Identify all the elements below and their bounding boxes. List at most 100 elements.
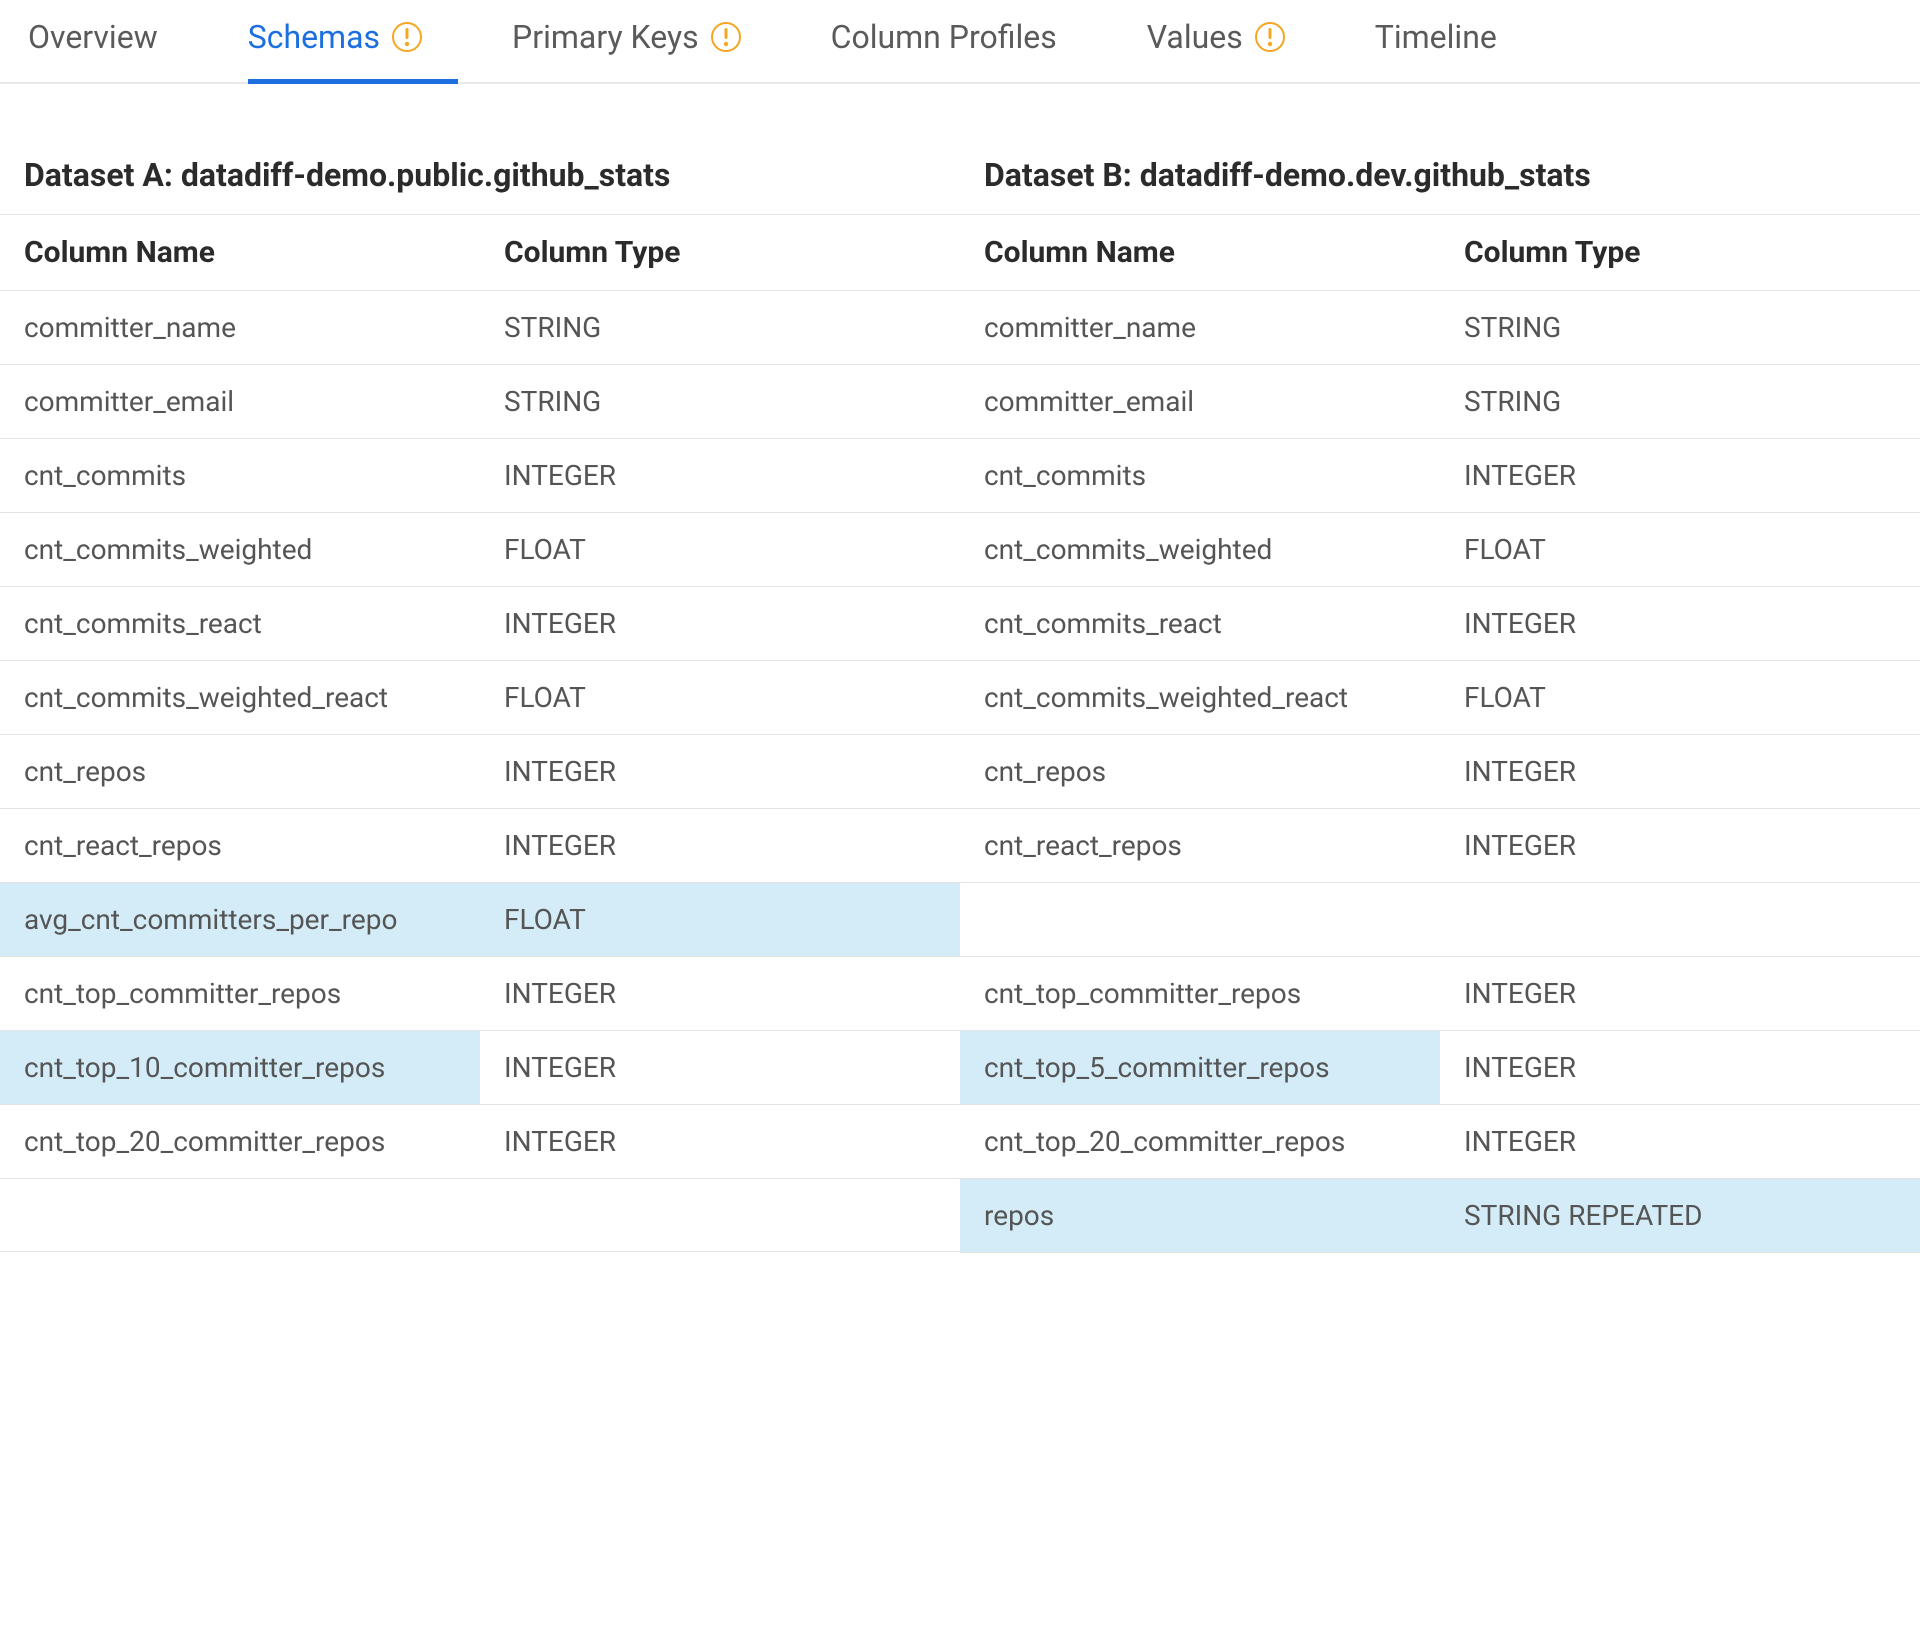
tab-label: Overview (28, 18, 158, 56)
tab-primary-keys[interactable]: Primary Keys (512, 18, 741, 82)
column-type-cell: FLOAT (1440, 661, 1920, 734)
column-type-cell: INTEGER (480, 735, 960, 808)
column-name-cell: committer_email (960, 365, 1440, 438)
warning-icon (1255, 22, 1285, 52)
column-name-cell (960, 883, 1440, 956)
table-row: committer_emailSTRING (960, 364, 1920, 438)
column-type-cell: INTEGER (480, 957, 960, 1030)
column-type-cell: FLOAT (480, 883, 960, 956)
column-type-cell (1440, 883, 1920, 956)
column-name-cell: cnt_top_20_committer_repos (0, 1105, 480, 1178)
column-name-header: Column Name (960, 215, 1440, 290)
table-row: cnt_commits_weightedFLOAT (0, 512, 960, 586)
warning-icon (711, 22, 741, 52)
column-name-cell: cnt_react_repos (0, 809, 480, 882)
column-name-cell: repos (960, 1179, 1440, 1252)
table-row: cnt_commitsINTEGER (0, 438, 960, 512)
warning-icon (392, 22, 422, 52)
dataset-a-header: Column Name Column Type (0, 214, 960, 290)
table-row: cnt_react_reposINTEGER (960, 808, 1920, 882)
column-type-header: Column Type (1440, 215, 1920, 290)
column-type-cell: INTEGER (1440, 439, 1920, 512)
dataset-b-title: Dataset B: datadiff-demo.dev.github_stat… (960, 156, 1920, 214)
column-type-cell: STRING (1440, 291, 1920, 364)
column-type-cell: FLOAT (1440, 513, 1920, 586)
table-row: cnt_top_10_committer_reposINTEGER (0, 1030, 960, 1104)
table-row: cnt_commits_reactINTEGER (0, 586, 960, 660)
table-row: cnt_top_20_committer_reposINTEGER (0, 1104, 960, 1178)
tab-label: Primary Keys (512, 18, 699, 56)
tab-schemas[interactable]: Schemas (248, 18, 422, 82)
tab-label: Schemas (248, 18, 380, 56)
column-type-cell: INTEGER (480, 587, 960, 660)
tab-label: Values (1147, 18, 1243, 56)
dataset-b: Dataset B: datadiff-demo.dev.github_stat… (960, 156, 1920, 1253)
column-type-cell: INTEGER (480, 1105, 960, 1178)
tab-values[interactable]: Values (1147, 18, 1285, 82)
column-name-cell: committer_name (0, 291, 480, 364)
tab-label: Timeline (1375, 18, 1497, 56)
column-type-cell: INTEGER (1440, 809, 1920, 882)
column-type-cell: INTEGER (1440, 1105, 1920, 1178)
schema-compare: Dataset A: datadiff-demo.public.github_s… (0, 156, 1920, 1253)
column-name-cell: cnt_commits_weighted_react (960, 661, 1440, 734)
table-row: cnt_commits_weightedFLOAT (960, 512, 1920, 586)
column-name-cell (0, 1179, 480, 1251)
column-name-cell: cnt_commits (960, 439, 1440, 512)
table-row: reposSTRING REPEATED (960, 1178, 1920, 1253)
column-name-cell: cnt_commits_weighted_react (0, 661, 480, 734)
table-row: cnt_react_reposINTEGER (0, 808, 960, 882)
table-row: committer_emailSTRING (0, 364, 960, 438)
column-type-header: Column Type (480, 215, 960, 290)
column-name-cell: cnt_commits_react (960, 587, 1440, 660)
column-name-cell: cnt_commits_react (0, 587, 480, 660)
tab-timeline[interactable]: Timeline (1375, 18, 1497, 82)
column-name-cell: cnt_repos (0, 735, 480, 808)
column-type-cell: FLOAT (480, 661, 960, 734)
column-type-cell: FLOAT (480, 513, 960, 586)
column-name-cell: cnt_top_10_committer_repos (0, 1031, 480, 1104)
column-type-cell: STRING (1440, 365, 1920, 438)
column-name-cell: cnt_top_5_committer_repos (960, 1031, 1440, 1104)
table-row: cnt_top_committer_reposINTEGER (960, 956, 1920, 1030)
column-name-cell: avg_cnt_committers_per_repo (0, 883, 480, 956)
column-type-cell: INTEGER (480, 809, 960, 882)
column-type-cell: INTEGER (480, 439, 960, 512)
column-name-header: Column Name (0, 215, 480, 290)
dataset-a-title: Dataset A: datadiff-demo.public.github_s… (0, 156, 960, 214)
table-row: cnt_commits_weighted_reactFLOAT (960, 660, 1920, 734)
column-type-cell: STRING (480, 365, 960, 438)
table-row: cnt_top_20_committer_reposINTEGER (960, 1104, 1920, 1178)
table-row: avg_cnt_committers_per_repoFLOAT (0, 882, 960, 956)
column-type-cell: INTEGER (1440, 587, 1920, 660)
tab-overview[interactable]: Overview (28, 18, 158, 82)
column-type-cell: STRING (480, 291, 960, 364)
column-name-cell: cnt_repos (960, 735, 1440, 808)
tab-column-profiles[interactable]: Column Profiles (831, 18, 1057, 82)
dataset-b-header: Column Name Column Type (960, 214, 1920, 290)
column-name-cell: cnt_commits_weighted (960, 513, 1440, 586)
table-row: cnt_top_5_committer_reposINTEGER (960, 1030, 1920, 1104)
table-row: cnt_commits_reactINTEGER (960, 586, 1920, 660)
table-row: cnt_commits_weighted_reactFLOAT (0, 660, 960, 734)
column-name-cell: cnt_top_20_committer_repos (960, 1105, 1440, 1178)
table-row: cnt_reposINTEGER (960, 734, 1920, 808)
column-type-cell (480, 1179, 960, 1251)
column-type-cell: INTEGER (1440, 957, 1920, 1030)
column-type-cell: INTEGER (1440, 1031, 1920, 1104)
column-type-cell: STRING REPEATED (1440, 1179, 1920, 1252)
dataset-a: Dataset A: datadiff-demo.public.github_s… (0, 156, 960, 1253)
table-row: committer_nameSTRING (960, 290, 1920, 364)
column-name-cell: cnt_commits (0, 439, 480, 512)
column-name-cell: committer_name (960, 291, 1440, 364)
table-row (0, 1178, 960, 1252)
column-name-cell: cnt_react_repos (960, 809, 1440, 882)
column-name-cell: cnt_top_committer_repos (0, 957, 480, 1030)
table-row: committer_nameSTRING (0, 290, 960, 364)
column-name-cell: cnt_top_committer_repos (960, 957, 1440, 1030)
column-type-cell: INTEGER (1440, 735, 1920, 808)
tabs: Overview Schemas Primary Keys Column Profil… (0, 0, 1920, 84)
column-name-cell: committer_email (0, 365, 480, 438)
tab-label: Column Profiles (831, 18, 1057, 56)
table-row: cnt_top_committer_reposINTEGER (0, 956, 960, 1030)
